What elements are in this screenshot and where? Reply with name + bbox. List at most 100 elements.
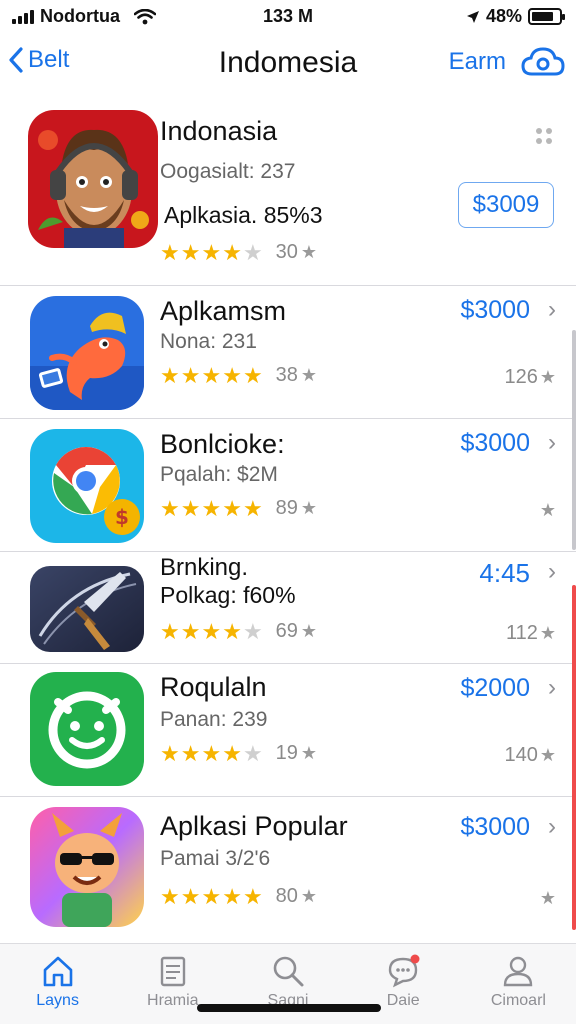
grid-icon[interactable] <box>536 128 552 144</box>
star-icon: ★ <box>201 362 222 388</box>
chevron-right-icon[interactable]: › <box>548 429 556 457</box>
app-subtitle-secondary: Aplkasia. 85%3 <box>164 202 323 228</box>
tab-profile[interactable]: Cimoarl <box>461 944 576 1024</box>
price-label[interactable]: $3000 <box>460 813 530 842</box>
cartoon-fish-icon <box>30 296 144 410</box>
scrollbar[interactable] <box>572 330 576 550</box>
nav-right-button[interactable]: Earm <box>449 48 506 76</box>
star-icon: ★ <box>180 495 201 521</box>
price-label[interactable]: $3000 <box>460 429 530 458</box>
list-item[interactable]: $ Bonlcioke: Pqalah: $2M ★ ★ ★ ★ ★ 89 ★ $3000 … <box>0 419 576 552</box>
rating-star-icon: ★ <box>300 743 318 763</box>
star-rating: ★ ★ ★ ★ ★ 80 ★ <box>160 885 317 908</box>
tab-label: Daie <box>386 992 420 1009</box>
cat-sunglasses-icon <box>30 807 144 927</box>
right-count: 140 ★ <box>504 744 556 766</box>
back-button[interactable]: Belt <box>8 46 69 74</box>
tab-label: Layns <box>36 992 79 1009</box>
price-label[interactable]: 4:45 <box>479 558 530 589</box>
right-count: 112 ★ <box>505 622 556 644</box>
green-smile-icon <box>30 672 144 786</box>
chevron-right-icon[interactable]: › <box>548 813 556 841</box>
app-subtitle: Pqalah: $2M <box>160 463 278 486</box>
rating-count: 89 <box>275 497 298 519</box>
star-rating: ★ ★ ★ ★ ★ 38 ★ <box>160 364 317 387</box>
tab-label: Hramia <box>147 992 199 1009</box>
rating-star-icon: ★ <box>300 498 318 518</box>
tab-home[interactable]: Layns <box>0 944 115 1024</box>
price-label[interactable]: $2000 <box>460 674 530 703</box>
chrome-coin-icon: $ <box>30 429 144 543</box>
tab-chat[interactable]: Daie <box>346 944 461 1024</box>
list-item[interactable]: Aplkasi Popular Pamai 3/2'6 ★ ★ ★ ★ ★ 80 ★ $30… <box>0 797 576 937</box>
rating-count: 38 <box>275 364 298 386</box>
knife-sword-icon <box>30 566 144 652</box>
navigation-bar: Belt Indomesia Earm <box>0 38 576 90</box>
status-bar: Nodortua 133 M 48% <box>0 0 576 34</box>
list-item[interactable]: Aplkamsm Nona: 231 ★ ★ ★ ★ ★ 38 ★ $3000 › 126 ★ <box>0 286 576 419</box>
scrollbar-highlight[interactable] <box>572 585 576 930</box>
chevron-right-icon[interactable]: › <box>548 674 556 702</box>
star-icon: ★ <box>242 239 263 265</box>
chat-icon <box>389 954 420 988</box>
chevron-left-icon <box>9 47 23 73</box>
home-icon <box>43 956 72 987</box>
app-name: Roqulaln <box>160 672 267 702</box>
app-subtitle: Panan: 239 <box>160 708 268 731</box>
person-icon <box>504 956 533 987</box>
list-item[interactable]: Indonasia Oogasialt: 237 Aplkasia. 85%3 … <box>0 98 576 286</box>
bearded-man-headphones-icon <box>28 110 158 248</box>
app-name: Bonlcioke: <box>160 429 285 459</box>
tab-document[interactable]: Hramia <box>115 944 230 1024</box>
star-rating: ★ ★ ★ ★ ★ 30 ★ <box>160 241 317 264</box>
rating-count: 19 <box>275 742 298 764</box>
price-label[interactable]: $3000 <box>460 296 530 325</box>
search-icon <box>273 956 304 987</box>
star-rating: ★ ★ ★ ★ ★ 19 ★ <box>160 742 317 765</box>
list-item[interactable]: Brnking. Polkag: f60% ★ ★ ★ ★ ★ 69 ★ 4:45 › 11… <box>0 552 576 664</box>
tab-search[interactable]: Sagni <box>230 944 345 1024</box>
app-subtitle: Nona: 231 <box>160 330 257 353</box>
star-icon: ★ <box>160 362 180 388</box>
app-subtitle: Pamai 3/2'6 <box>160 847 271 870</box>
rating-count: 30 <box>275 241 298 263</box>
rating-star-icon: ★ <box>300 886 318 906</box>
tab-label: Cimoarl <box>490 992 546 1009</box>
rating-count: 69 <box>275 620 298 642</box>
star-icon: ★ <box>222 740 242 766</box>
status-right: 48% <box>466 6 565 27</box>
star-icon: ★ <box>242 883 263 909</box>
star-icon: ★ <box>222 495 242 521</box>
location-arrow-icon <box>466 10 479 23</box>
svg-text:$: $ <box>115 505 129 529</box>
chevron-right-icon[interactable]: › <box>548 296 556 324</box>
chevron-right-icon[interactable]: › <box>548 558 556 586</box>
star-rating: ★ ★ ★ ★ ★ 89 ★ <box>160 497 317 520</box>
app-name: Brnking. <box>160 554 249 581</box>
star-icon: ★ <box>222 618 242 644</box>
right-count: 126 ★ <box>504 366 556 388</box>
nav-right-group: Earm <box>449 44 566 80</box>
rating-count: 80 <box>275 885 298 907</box>
battery-fill <box>532 12 553 21</box>
star-icon: ★ <box>180 239 201 265</box>
star-icon: ★ <box>222 362 242 388</box>
star-icon: ★ <box>201 883 222 909</box>
right-count: ★ <box>539 888 556 908</box>
price-button[interactable]: $3009 <box>458 182 554 228</box>
cloud-icon[interactable] <box>520 44 566 80</box>
star-icon: ★ <box>201 495 222 521</box>
rating-star-icon: ★ <box>300 621 318 641</box>
star-icon: ★ <box>222 239 242 265</box>
battery-percent: 48% <box>485 6 522 26</box>
star-icon: ★ <box>180 618 201 644</box>
battery-icon <box>528 8 565 25</box>
app-list: Indonasia Oogasialt: 237 Aplkasia. 85%3 … <box>0 98 576 937</box>
app-name: Aplkasi Popular <box>160 811 348 841</box>
star-icon: ★ <box>160 239 180 265</box>
star-icon: ★ <box>160 740 180 766</box>
list-item[interactable]: Roqulaln Panan: 239 ★ ★ ★ ★ ★ 19 ★ $2000 › 140… <box>0 664 576 797</box>
rating-star-icon: ★ <box>300 365 318 385</box>
home-indicator[interactable] <box>197 1004 381 1012</box>
app-subtitle: Polkag: f60% <box>160 582 296 608</box>
